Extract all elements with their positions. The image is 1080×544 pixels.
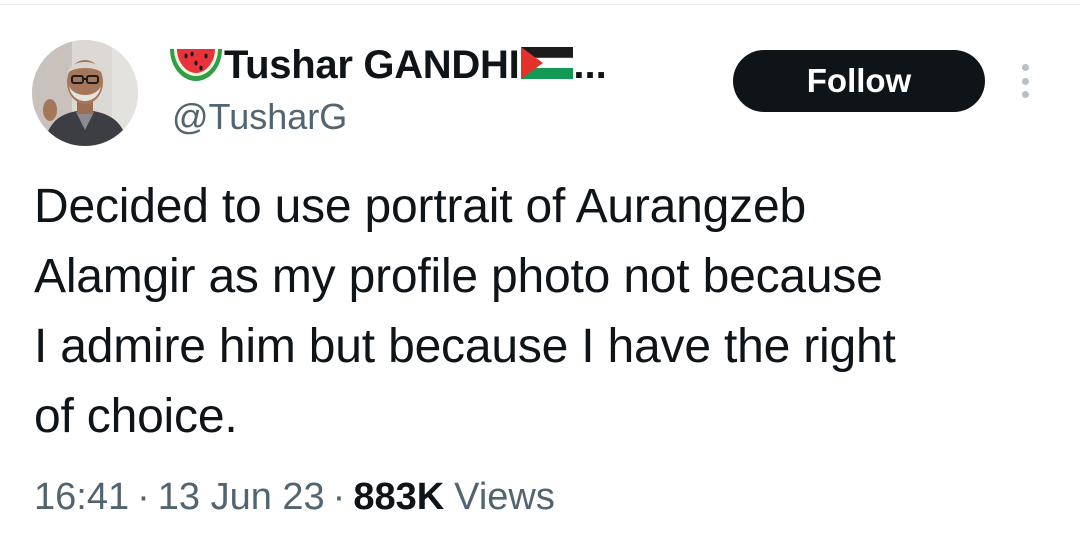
tweet-header: Tushar GANDHI ... @TusharG Follow: [0, 0, 1080, 160]
tweet-meta: 16:41 · 13 Jun 23 · 883K Views: [34, 476, 555, 519]
watermelon-icon: [168, 43, 224, 88]
views-count[interactable]: 883K: [353, 476, 444, 519]
tweet-text-line: I admire him but because I have the righ…: [34, 320, 896, 373]
more-dot: [1021, 64, 1029, 71]
meta-separator: ·: [332, 476, 346, 518]
tweet-text: Decided to use portrait of Aurangzeb Ala…: [34, 172, 1064, 452]
name-truncation: ...: [573, 42, 607, 87]
tweet-date[interactable]: 13 Jun 23: [158, 476, 325, 519]
more-dot: [1021, 91, 1029, 98]
avatar-image: [32, 40, 138, 146]
avatar[interactable]: [32, 40, 138, 146]
more-vertical-icon[interactable]: [1010, 58, 1040, 104]
meta-separator: ·: [137, 476, 150, 518]
palestine-flag-icon: [521, 45, 574, 86]
tweet-text-line: Decided to use portrait of Aurangzeb: [34, 180, 806, 233]
tweet-text-line: Alamgir as my profile photo not because: [34, 250, 883, 303]
tweet-text-line: of choice.: [34, 390, 238, 443]
author-handle[interactable]: @TusharG: [172, 96, 347, 138]
tweet-time[interactable]: 16:41: [34, 476, 129, 519]
views-label[interactable]: Views: [454, 476, 555, 519]
display-name[interactable]: Tushar GANDHI: [224, 43, 520, 88]
follow-button[interactable]: Follow: [733, 50, 985, 112]
more-dot: [1021, 77, 1029, 85]
author-name-row[interactable]: Tushar GANDHI ...: [168, 40, 607, 90]
